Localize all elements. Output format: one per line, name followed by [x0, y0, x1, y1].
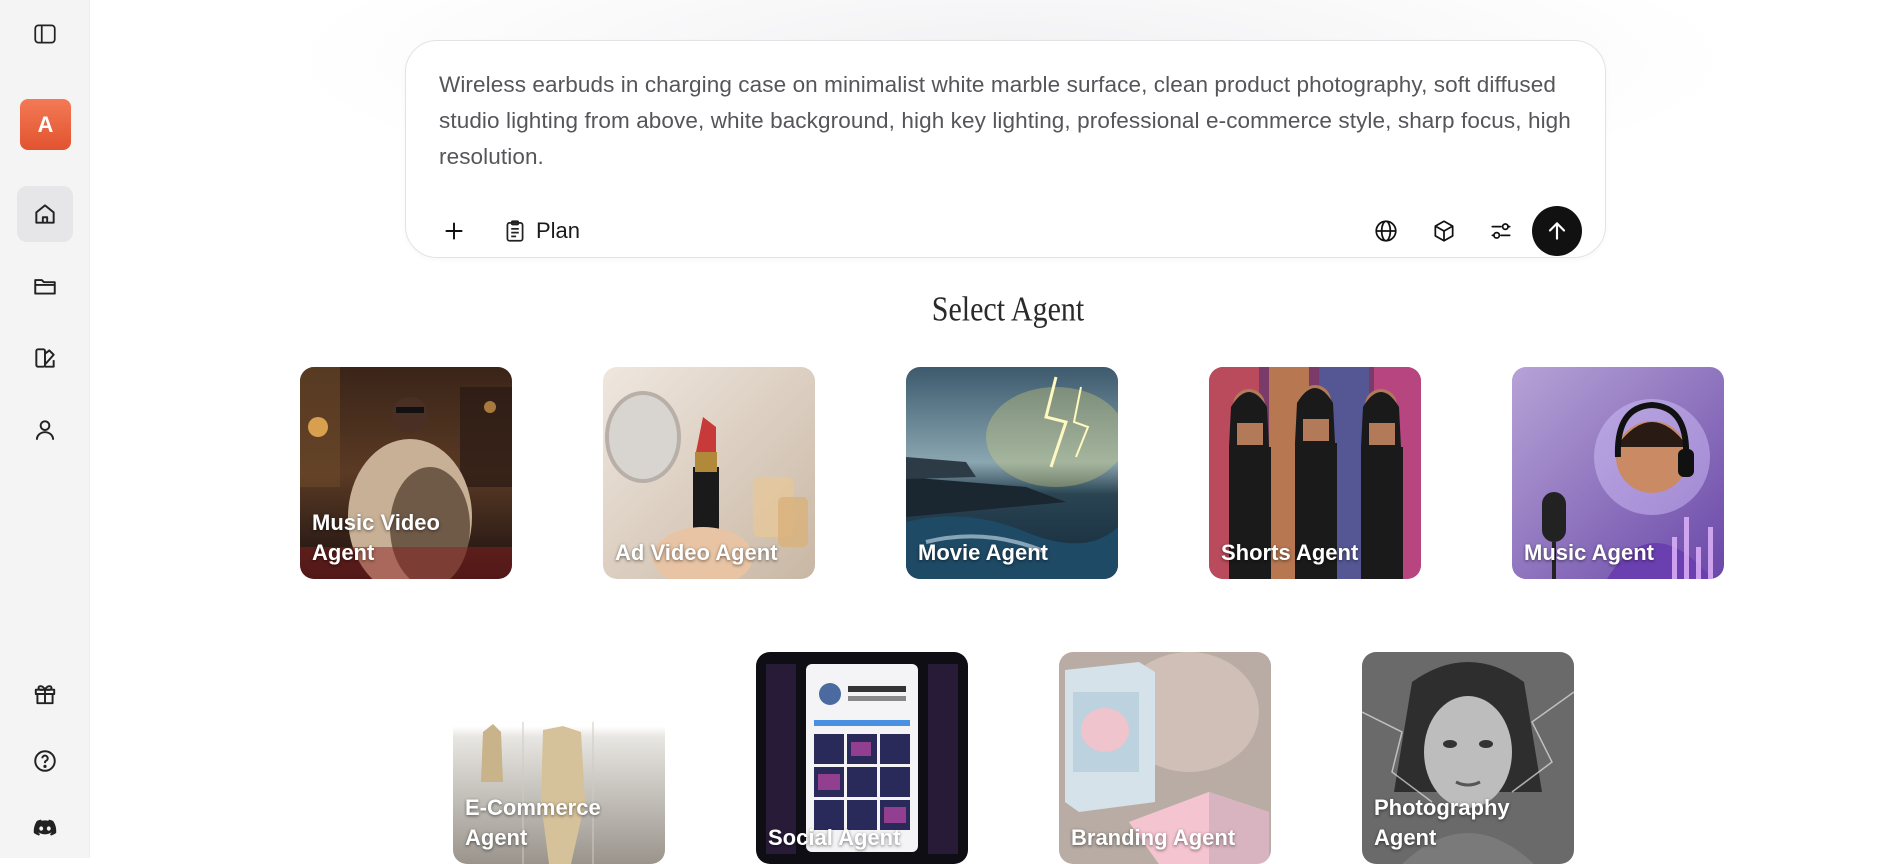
- card-label: Movie Agent: [918, 540, 1048, 565]
- main-content: Wireless earbuds in charging case on min…: [91, 0, 1899, 864]
- home-icon: [35, 204, 55, 224]
- help-icon: [34, 750, 56, 772]
- card-label: Ad Video Agent: [615, 540, 778, 565]
- send-button[interactable]: [1532, 206, 1582, 256]
- arrow-up-icon: [1548, 222, 1566, 240]
- globe-icon: [1375, 220, 1397, 242]
- sidebar: A: [0, 0, 90, 858]
- agent-card-music-video[interactable]: Music Video Agent: [300, 367, 512, 579]
- sidebar-item-profile[interactable]: [17, 402, 73, 458]
- sliders-icon: [1491, 223, 1511, 239]
- gift-icon: [34, 685, 56, 705]
- user-icon: [35, 420, 55, 440]
- sidebar-item-styles[interactable]: [17, 330, 73, 386]
- card-label: Social Agent: [768, 825, 901, 850]
- agent-card-ad-video[interactable]: Ad Video Agent: [603, 367, 815, 579]
- sidebar-item-gifts[interactable]: [17, 666, 73, 722]
- agent-card-photography[interactable]: Photography Agent: [1362, 652, 1574, 864]
- sidebar-toggle-icon: [34, 24, 56, 44]
- discord-icon: [33, 819, 57, 836]
- agent-card-music[interactable]: Music Agent: [1512, 367, 1724, 579]
- agent-card-shorts[interactable]: Shorts Agent: [1209, 367, 1421, 579]
- agent-card-branding[interactable]: Branding Agent: [1059, 652, 1271, 864]
- settings-button[interactable]: [1481, 211, 1521, 251]
- plus-icon: [445, 222, 463, 240]
- plan-label: Plan: [536, 218, 581, 243]
- prompt-input[interactable]: Wireless earbuds in charging case on min…: [439, 67, 1579, 175]
- agent-card-ecommerce[interactable]: E-Commerce Agent: [453, 652, 665, 864]
- card-label: Music Agent: [1524, 540, 1654, 565]
- agent-card-movie[interactable]: Movie Agent: [906, 367, 1118, 579]
- model-select-button[interactable]: [1424, 211, 1464, 251]
- sidebar-item-discord[interactable]: [17, 800, 73, 856]
- sidebar-item-files[interactable]: [17, 258, 73, 314]
- palette-icon: [35, 348, 55, 368]
- sidebar-item-help[interactable]: [17, 733, 73, 789]
- web-search-button[interactable]: [1366, 211, 1406, 251]
- sidebar-toggle-button[interactable]: [17, 6, 73, 62]
- plan-button[interactable]: Plan: [502, 213, 580, 249]
- cube-icon: [1434, 220, 1454, 242]
- folder-icon: [34, 279, 56, 295]
- prompt-composer: Wireless earbuds in charging case on min…: [405, 40, 1606, 258]
- avatar[interactable]: A: [20, 99, 71, 150]
- card-label: Photography Agent: [1374, 795, 1510, 850]
- clipboard-icon: [506, 220, 524, 242]
- card-label: E-Commerce Agent: [465, 795, 601, 850]
- section-title: Select Agent: [931, 290, 1085, 329]
- card-label: Shorts Agent: [1221, 540, 1359, 565]
- sidebar-item-home[interactable]: [17, 186, 73, 242]
- agent-card-social[interactable]: Social Agent: [756, 652, 968, 864]
- add-attachment-button[interactable]: [436, 213, 472, 249]
- card-label: Music Video Agent: [312, 510, 440, 565]
- card-label: Branding Agent: [1071, 825, 1236, 850]
